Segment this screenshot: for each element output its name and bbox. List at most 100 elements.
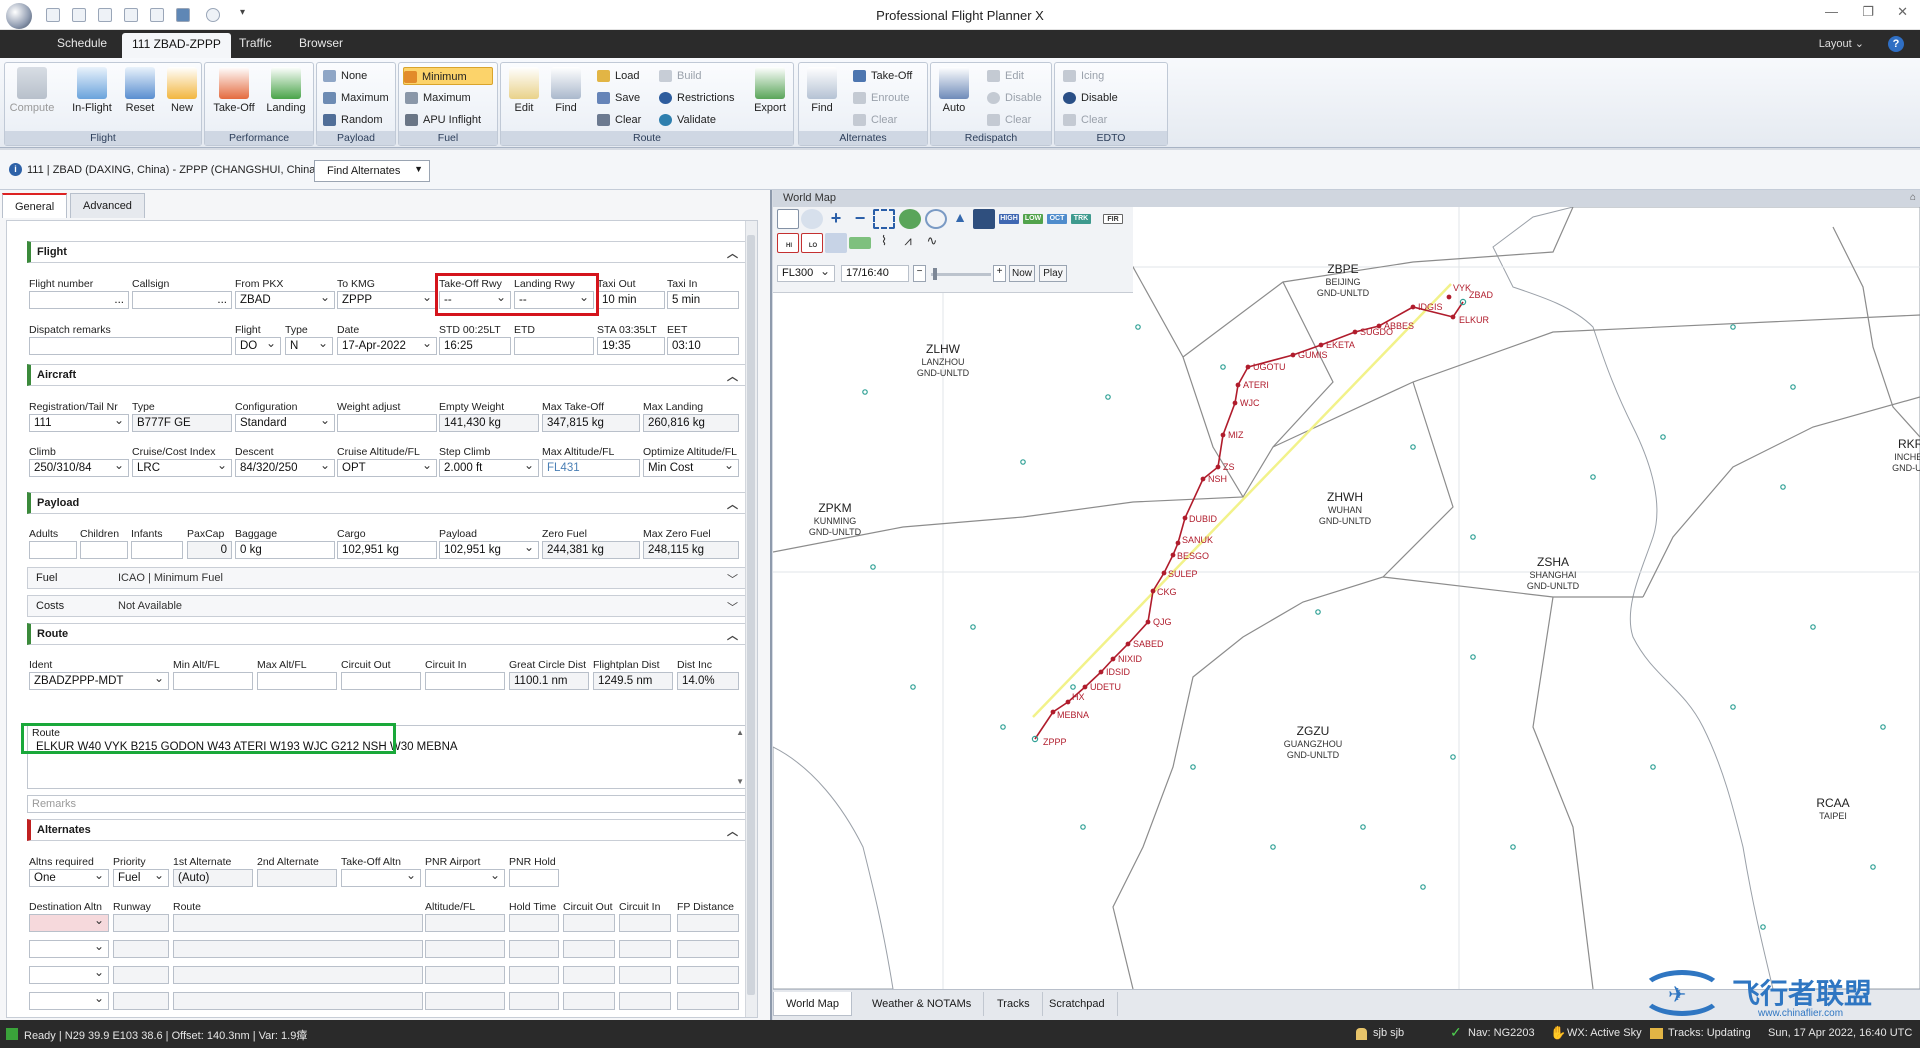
redispatch-edit-button[interactable]: Edit: [987, 67, 1024, 85]
layout-menu[interactable]: Layout ⌄: [1819, 37, 1864, 50]
section-route[interactable]: Route ︿: [27, 623, 747, 645]
max-alt-input[interactable]: FL431: [542, 459, 640, 477]
map-zoom-out-icon[interactable]: −: [849, 209, 871, 229]
adults-input[interactable]: [29, 541, 77, 559]
to-select[interactable]: ZPPP: [337, 291, 437, 309]
weight-adjust-input[interactable]: [337, 414, 437, 432]
std-input[interactable]: 16:25: [439, 337, 511, 355]
route-load-button[interactable]: Load: [597, 67, 639, 85]
type-select[interactable]: N: [285, 337, 333, 355]
flight-level-select[interactable]: FL300: [777, 265, 835, 282]
alternates-table-cell[interactable]: [29, 992, 109, 1010]
map-layers-icon[interactable]: [973, 209, 995, 229]
route-save-button[interactable]: Save: [597, 89, 640, 107]
time-slider-track[interactable]: [931, 273, 991, 276]
section-payload[interactable]: Payload ︿: [27, 492, 747, 514]
close-icon[interactable]: ✕: [1897, 4, 1908, 20]
alternates-enroute-button[interactable]: Enroute: [853, 89, 910, 107]
redispatch-disable-button[interactable]: Disable: [987, 89, 1042, 107]
time-step-plus[interactable]: +: [993, 265, 1006, 282]
map-oct-toggle[interactable]: OCT: [1047, 214, 1067, 224]
payload-random-button[interactable]: Random: [323, 111, 383, 129]
compute-button[interactable]: Compute: [9, 67, 55, 114]
route-validate-button[interactable]: Validate: [659, 111, 716, 129]
map-terrain-icon[interactable]: ⌇: [873, 233, 895, 253]
altns-required-select[interactable]: One: [29, 869, 109, 887]
restore-icon[interactable]: ❐: [1862, 4, 1874, 20]
minimize-icon[interactable]: —: [1825, 4, 1838, 19]
callsign-input[interactable]: ...: [132, 291, 232, 309]
payload-maximum-button[interactable]: Maximum: [323, 89, 389, 107]
flight-type-select[interactable]: DO: [235, 337, 281, 355]
section-aircraft[interactable]: Aircraft ︿: [27, 364, 747, 386]
apu-inflight-button[interactable]: APU Inflight: [405, 111, 481, 129]
maptab-world-map[interactable]: World Map: [773, 992, 852, 1016]
new-button[interactable]: New: [159, 67, 205, 114]
section-costs[interactable]: Costs Not Available ﹀: [27, 595, 747, 617]
help-icon[interactable]: ?: [1888, 36, 1904, 52]
pnr-airport-select[interactable]: [425, 869, 505, 887]
map-area-icon[interactable]: [825, 233, 847, 253]
alternates-find-button[interactable]: Find: [799, 67, 845, 114]
route-restrictions-button[interactable]: Restrictions: [659, 89, 734, 107]
route-export-button[interactable]: Export: [747, 67, 793, 114]
time-slider-thumb[interactable]: [933, 268, 937, 280]
optimize-alt-select[interactable]: Min Cost: [643, 459, 739, 477]
map-airport-icon[interactable]: ▲: [949, 209, 971, 229]
pnr-hold-input[interactable]: [509, 869, 559, 887]
map-zoom-in-icon[interactable]: +: [825, 209, 847, 229]
reset-button[interactable]: Reset: [117, 67, 163, 114]
baggage-input[interactable]: 0 kg: [235, 541, 335, 559]
climb-select[interactable]: 250/310/84: [29, 459, 129, 477]
in-flight-button[interactable]: In-Flight: [69, 67, 115, 114]
circuit-in-input[interactable]: [425, 672, 505, 690]
map-zoom-icon[interactable]: [801, 209, 823, 229]
children-input[interactable]: [80, 541, 128, 559]
date-select[interactable]: 17-Apr-2022: [337, 337, 437, 355]
landing-perf-button[interactable]: Landing: [263, 67, 309, 114]
dispatch-remarks-input[interactable]: [29, 337, 232, 355]
flight-number-input[interactable]: ...: [29, 291, 129, 309]
alternates-clear-button[interactable]: Clear: [853, 111, 897, 129]
map-canvas[interactable]: ZBPEBEIJINGGND-UNLTDZLHWLANZHOUGND-UNLTD…: [773, 207, 1920, 989]
cargo-input[interactable]: 102,951 kg: [337, 541, 437, 559]
map-battery-icon[interactable]: [849, 237, 871, 249]
redispatch-clear-button[interactable]: Clear: [987, 111, 1031, 129]
maptab-weather-notams[interactable]: Weather & NOTAMs: [860, 992, 985, 1016]
map-select-icon[interactable]: [777, 209, 799, 229]
tab-schedule[interactable]: Schedule: [57, 36, 107, 50]
map-panel-pin-icon[interactable]: ⌂: [1910, 192, 1916, 203]
route-remarks-input[interactable]: Remarks: [27, 795, 747, 813]
section-alternates[interactable]: Alternates ︿: [27, 819, 747, 841]
map-time-input[interactable]: 17/16:40: [841, 265, 909, 282]
infants-input[interactable]: [131, 541, 183, 559]
circuit-out-input[interactable]: [341, 672, 421, 690]
sta-input[interactable]: 19:35: [597, 337, 665, 355]
map-now-button[interactable]: Now: [1009, 265, 1035, 282]
max-alt-fl-input[interactable]: [257, 672, 337, 690]
route-find-button[interactable]: Find: [543, 67, 589, 114]
fuel-minimum-button[interactable]: Minimum: [403, 67, 493, 85]
takeoff-altn-select[interactable]: [341, 869, 421, 887]
configuration-select[interactable]: Standard: [235, 414, 335, 432]
etd-input[interactable]: [514, 337, 594, 355]
section-fuel[interactable]: Fuel ICAO | Minimum Fuel ﹀: [27, 567, 747, 589]
section-flight[interactable]: Flight ︿: [27, 241, 747, 263]
route-ident-select[interactable]: ZBADZPPP-MDT: [29, 672, 169, 690]
redispatch-auto-button[interactable]: Auto: [931, 67, 977, 114]
route-scroll-down-icon[interactable]: ▼: [736, 777, 744, 786]
map-wave-icon[interactable]: ∿: [921, 233, 943, 253]
eet-input[interactable]: 03:10: [667, 337, 739, 355]
edto-icing-button[interactable]: Icing: [1063, 67, 1104, 85]
maptab-tracks[interactable]: Tracks: [985, 992, 1043, 1016]
maptab-scratchpad[interactable]: Scratchpad: [1037, 992, 1118, 1016]
map-lo-chart-icon[interactable]: LO: [801, 233, 823, 253]
time-step-minus[interactable]: −: [913, 265, 926, 282]
take-off-perf-button[interactable]: Take-Off: [211, 67, 257, 114]
alternates-takeoff-button[interactable]: Take-Off: [853, 67, 912, 85]
tab-flight-plan[interactable]: 111 ZBAD-ZPPP: [122, 33, 231, 58]
descent-select[interactable]: 84/320/250: [235, 459, 335, 477]
priority-select[interactable]: Fuel: [113, 869, 169, 887]
route-edit-button[interactable]: Edit: [501, 67, 547, 114]
map-fir-toggle[interactable]: FIR: [1103, 214, 1123, 224]
